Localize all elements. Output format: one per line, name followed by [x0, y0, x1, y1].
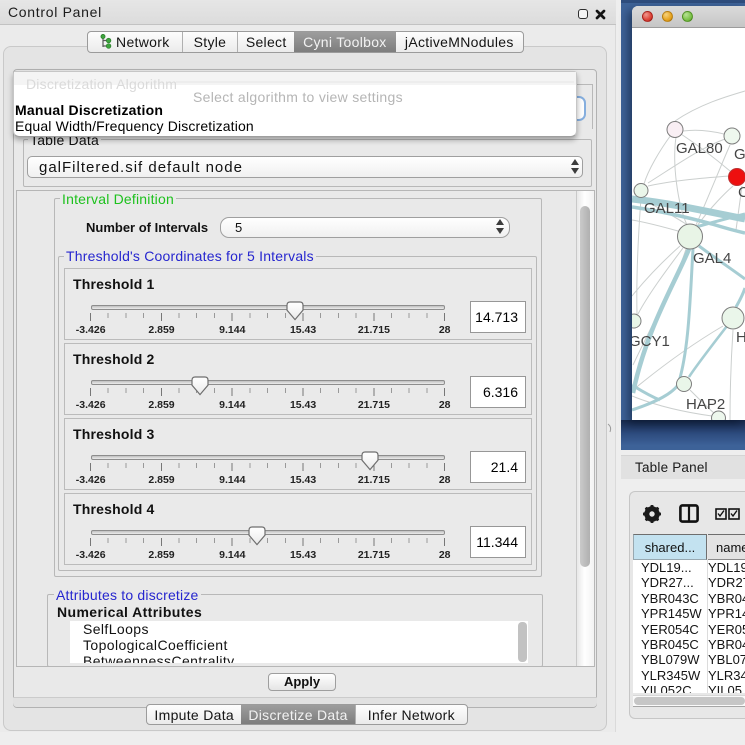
- svg-text:GCY1: GCY1: [632, 333, 670, 350]
- svg-text:GA: GA: [734, 146, 745, 163]
- svg-text:GAL80: GAL80: [676, 140, 723, 157]
- svg-text:GAL4: GAL4: [693, 250, 731, 267]
- svg-text:H: H: [736, 329, 745, 346]
- svg-text:GAL11: GAL11: [644, 200, 690, 217]
- svg-text:C: C: [738, 184, 745, 201]
- svg-text:HAP2: HAP2: [686, 396, 725, 413]
